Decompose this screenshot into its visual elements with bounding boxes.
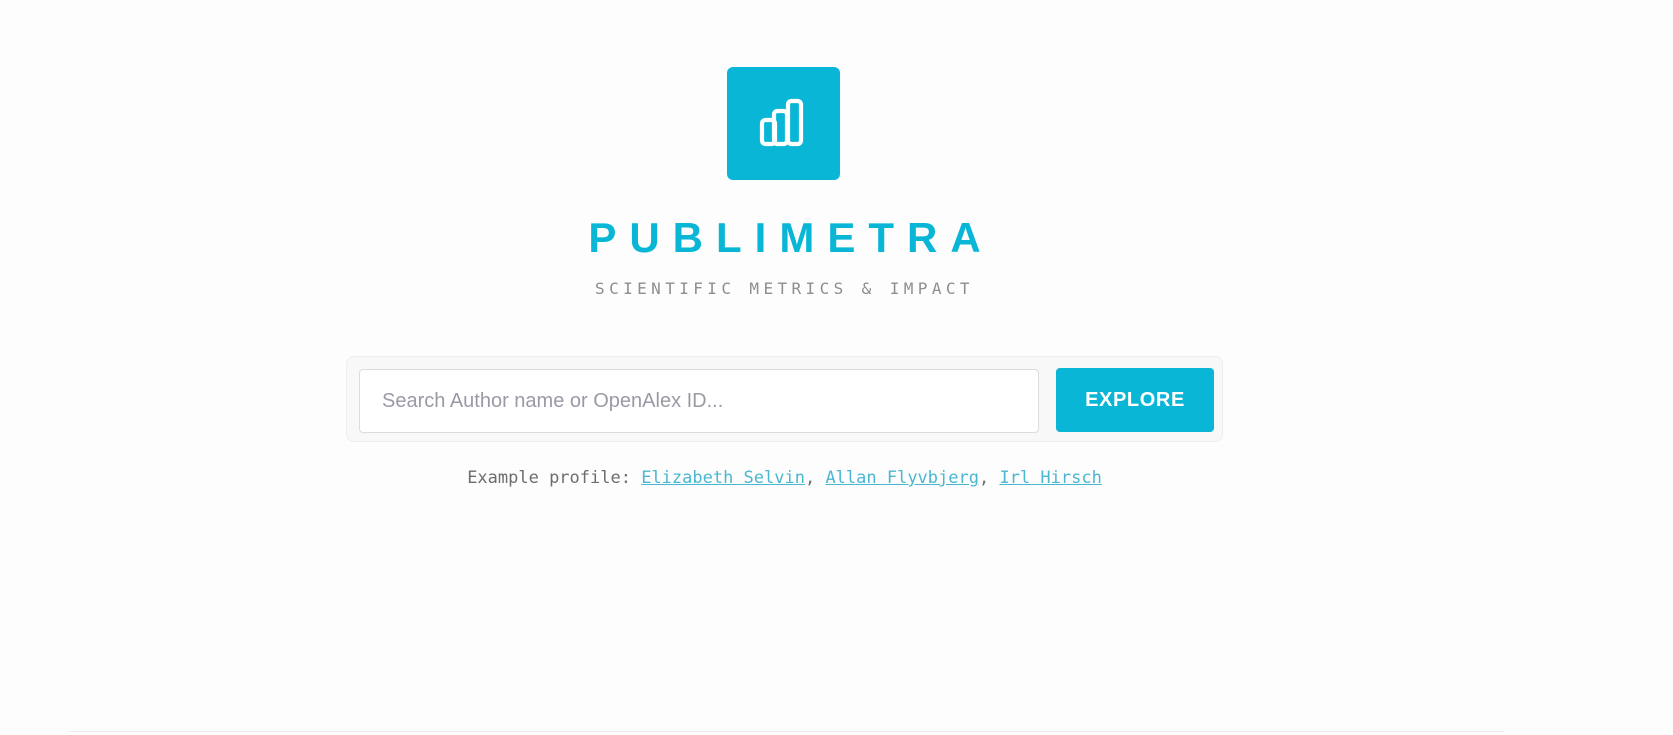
example-separator: , xyxy=(978,468,1000,488)
logo xyxy=(727,67,840,180)
footer-divider xyxy=(69,731,1504,732)
search-panel: EXPLORE xyxy=(346,356,1223,442)
example-profiles-label: Example profile: xyxy=(467,468,642,488)
bar-chart-icon xyxy=(759,98,803,146)
example-profile-link[interactable]: Allan Flyvbjerg xyxy=(825,468,979,488)
example-profiles: Example profile: Elizabeth Selvin, Allan… xyxy=(0,467,1569,489)
search-input[interactable] xyxy=(359,369,1039,433)
example-profile-link[interactable]: Irl Hirsch xyxy=(999,468,1101,488)
page-title: PUBLIMETRA xyxy=(588,214,994,261)
page-subtitle: SCIENTIFIC METRICS & IMPACT xyxy=(595,279,974,298)
landing-page: PUBLIMETRA SCIENTIFIC METRICS & IMPACT E… xyxy=(0,0,1673,735)
example-profile-link[interactable]: Elizabeth Selvin xyxy=(641,468,805,488)
example-separator: , xyxy=(804,468,826,488)
explore-button[interactable]: EXPLORE xyxy=(1056,368,1214,432)
